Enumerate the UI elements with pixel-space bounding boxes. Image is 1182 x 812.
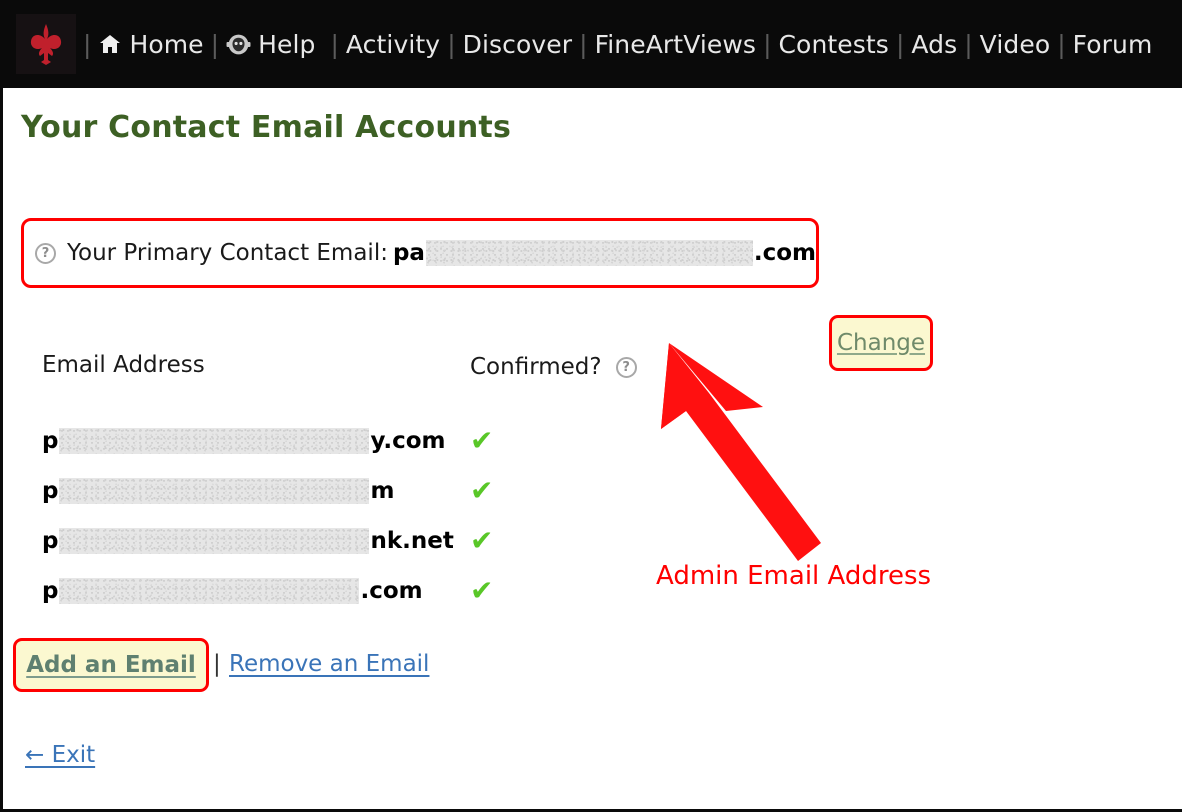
help-question-icon-confirmed[interactable]: ? — [615, 356, 637, 378]
email-suffix: nk.net — [370, 528, 454, 554]
nav-separator-7: | — [964, 29, 973, 59]
email-address-cell: p .com — [42, 578, 462, 604]
nav-item-help[interactable]: Help — [226, 32, 315, 57]
email-redacted-block — [59, 578, 360, 604]
email-prefix: p — [42, 578, 59, 604]
page-title: Your Contact Email Accounts — [21, 110, 512, 145]
column-header-email-address: Email Address — [42, 352, 205, 378]
table-row: p m ✔ — [42, 466, 493, 516]
change-label: Change — [836, 330, 926, 356]
nav-item-ads[interactable]: Ads — [911, 32, 957, 57]
nav-item-activity[interactable]: Activity — [346, 32, 440, 57]
exit-link[interactable]: ← Exit — [25, 742, 95, 768]
nav-item-forum[interactable]: Forum — [1073, 32, 1153, 57]
email-prefix: p — [42, 528, 59, 554]
email-suffix: .com — [360, 578, 423, 604]
red-arrow-up-left-icon — [661, 343, 821, 561]
column-header-confirmed: Confirmed? ? — [470, 354, 637, 380]
top-navigation-bar: | Home | Help | Activity | Discover | Fi… — [0, 0, 1182, 88]
nav-item-fineartviews[interactable]: FineArtViews — [595, 32, 756, 57]
email-redacted-block — [59, 428, 370, 454]
site-logo[interactable] — [16, 14, 76, 74]
email-address-list: p y.com ✔ p m ✔ p nk.net ✔ p .com ✔ — [42, 416, 493, 616]
nav-separator-6: | — [895, 29, 905, 59]
primary-email-suffix: .com — [753, 240, 816, 266]
primary-email-redacted — [425, 240, 753, 266]
confirmed-check-icon: ✔ — [470, 574, 494, 607]
email-redacted-block — [59, 528, 370, 554]
table-row: p .com ✔ — [42, 566, 493, 616]
email-address-cell: p nk.net — [42, 528, 462, 554]
nav-item-home[interactable]: Home — [98, 29, 204, 59]
confirmed-check-icon: ✔ — [470, 474, 494, 507]
nav-item-video[interactable]: Video — [980, 32, 1051, 57]
change-primary-email-button[interactable]: Change — [829, 315, 933, 371]
column-header-confirmed-label: Confirmed? — [470, 354, 602, 380]
nav-separator-8: | — [1057, 29, 1066, 59]
email-address-cell: p y.com — [42, 428, 462, 454]
annotation-arrow — [623, 333, 853, 567]
email-redacted-block — [59, 478, 370, 504]
fleur-de-lis-logo-icon — [30, 24, 62, 65]
primary-email-prefix: pa — [392, 240, 425, 266]
email-prefix: p — [42, 428, 59, 454]
nav-separator-5: | — [763, 29, 772, 59]
home-icon — [98, 32, 122, 56]
table-row: p nk.net ✔ — [42, 516, 493, 566]
email-suffix: y.com — [370, 428, 446, 454]
email-suffix: m — [370, 478, 395, 504]
table-row: p y.com ✔ — [42, 416, 493, 466]
nav-separator-3: | — [447, 29, 456, 59]
email-address-cell: p m — [42, 478, 462, 504]
primary-contact-email-label: Your Primary Contact Email: — [67, 240, 388, 266]
add-an-email-button[interactable]: Add an Email — [13, 638, 209, 692]
nav-item-discover[interactable]: Discover — [463, 32, 573, 57]
nav-separator-0: | — [83, 29, 92, 59]
remove-an-email-link[interactable]: Remove an Email — [229, 651, 429, 677]
nav-label-help: Help — [258, 29, 316, 59]
actions-separator: | — [213, 651, 221, 677]
add-an-email-label: Add an Email — [26, 652, 196, 678]
page-content: Your Contact Email Accounts ? Your Prima… — [0, 88, 1182, 812]
nav-separator-4: | — [579, 29, 588, 59]
nav-separator-1: | — [210, 29, 220, 59]
email-prefix: p — [42, 478, 59, 504]
confirmed-check-icon: ✔ — [470, 524, 494, 557]
confirmed-check-icon: ✔ — [470, 424, 494, 457]
nav-item-contests[interactable]: Contests — [779, 32, 889, 57]
annotation-label: Admin Email Address — [656, 561, 932, 591]
nav-label-home: Home — [129, 29, 204, 59]
help-question-icon-primary[interactable]: ? — [35, 242, 56, 264]
nav-separator-2: | — [322, 29, 339, 59]
help-icon — [226, 32, 251, 57]
primary-contact-email-row: ? Your Primary Contact Email: pa .com — [21, 218, 819, 288]
